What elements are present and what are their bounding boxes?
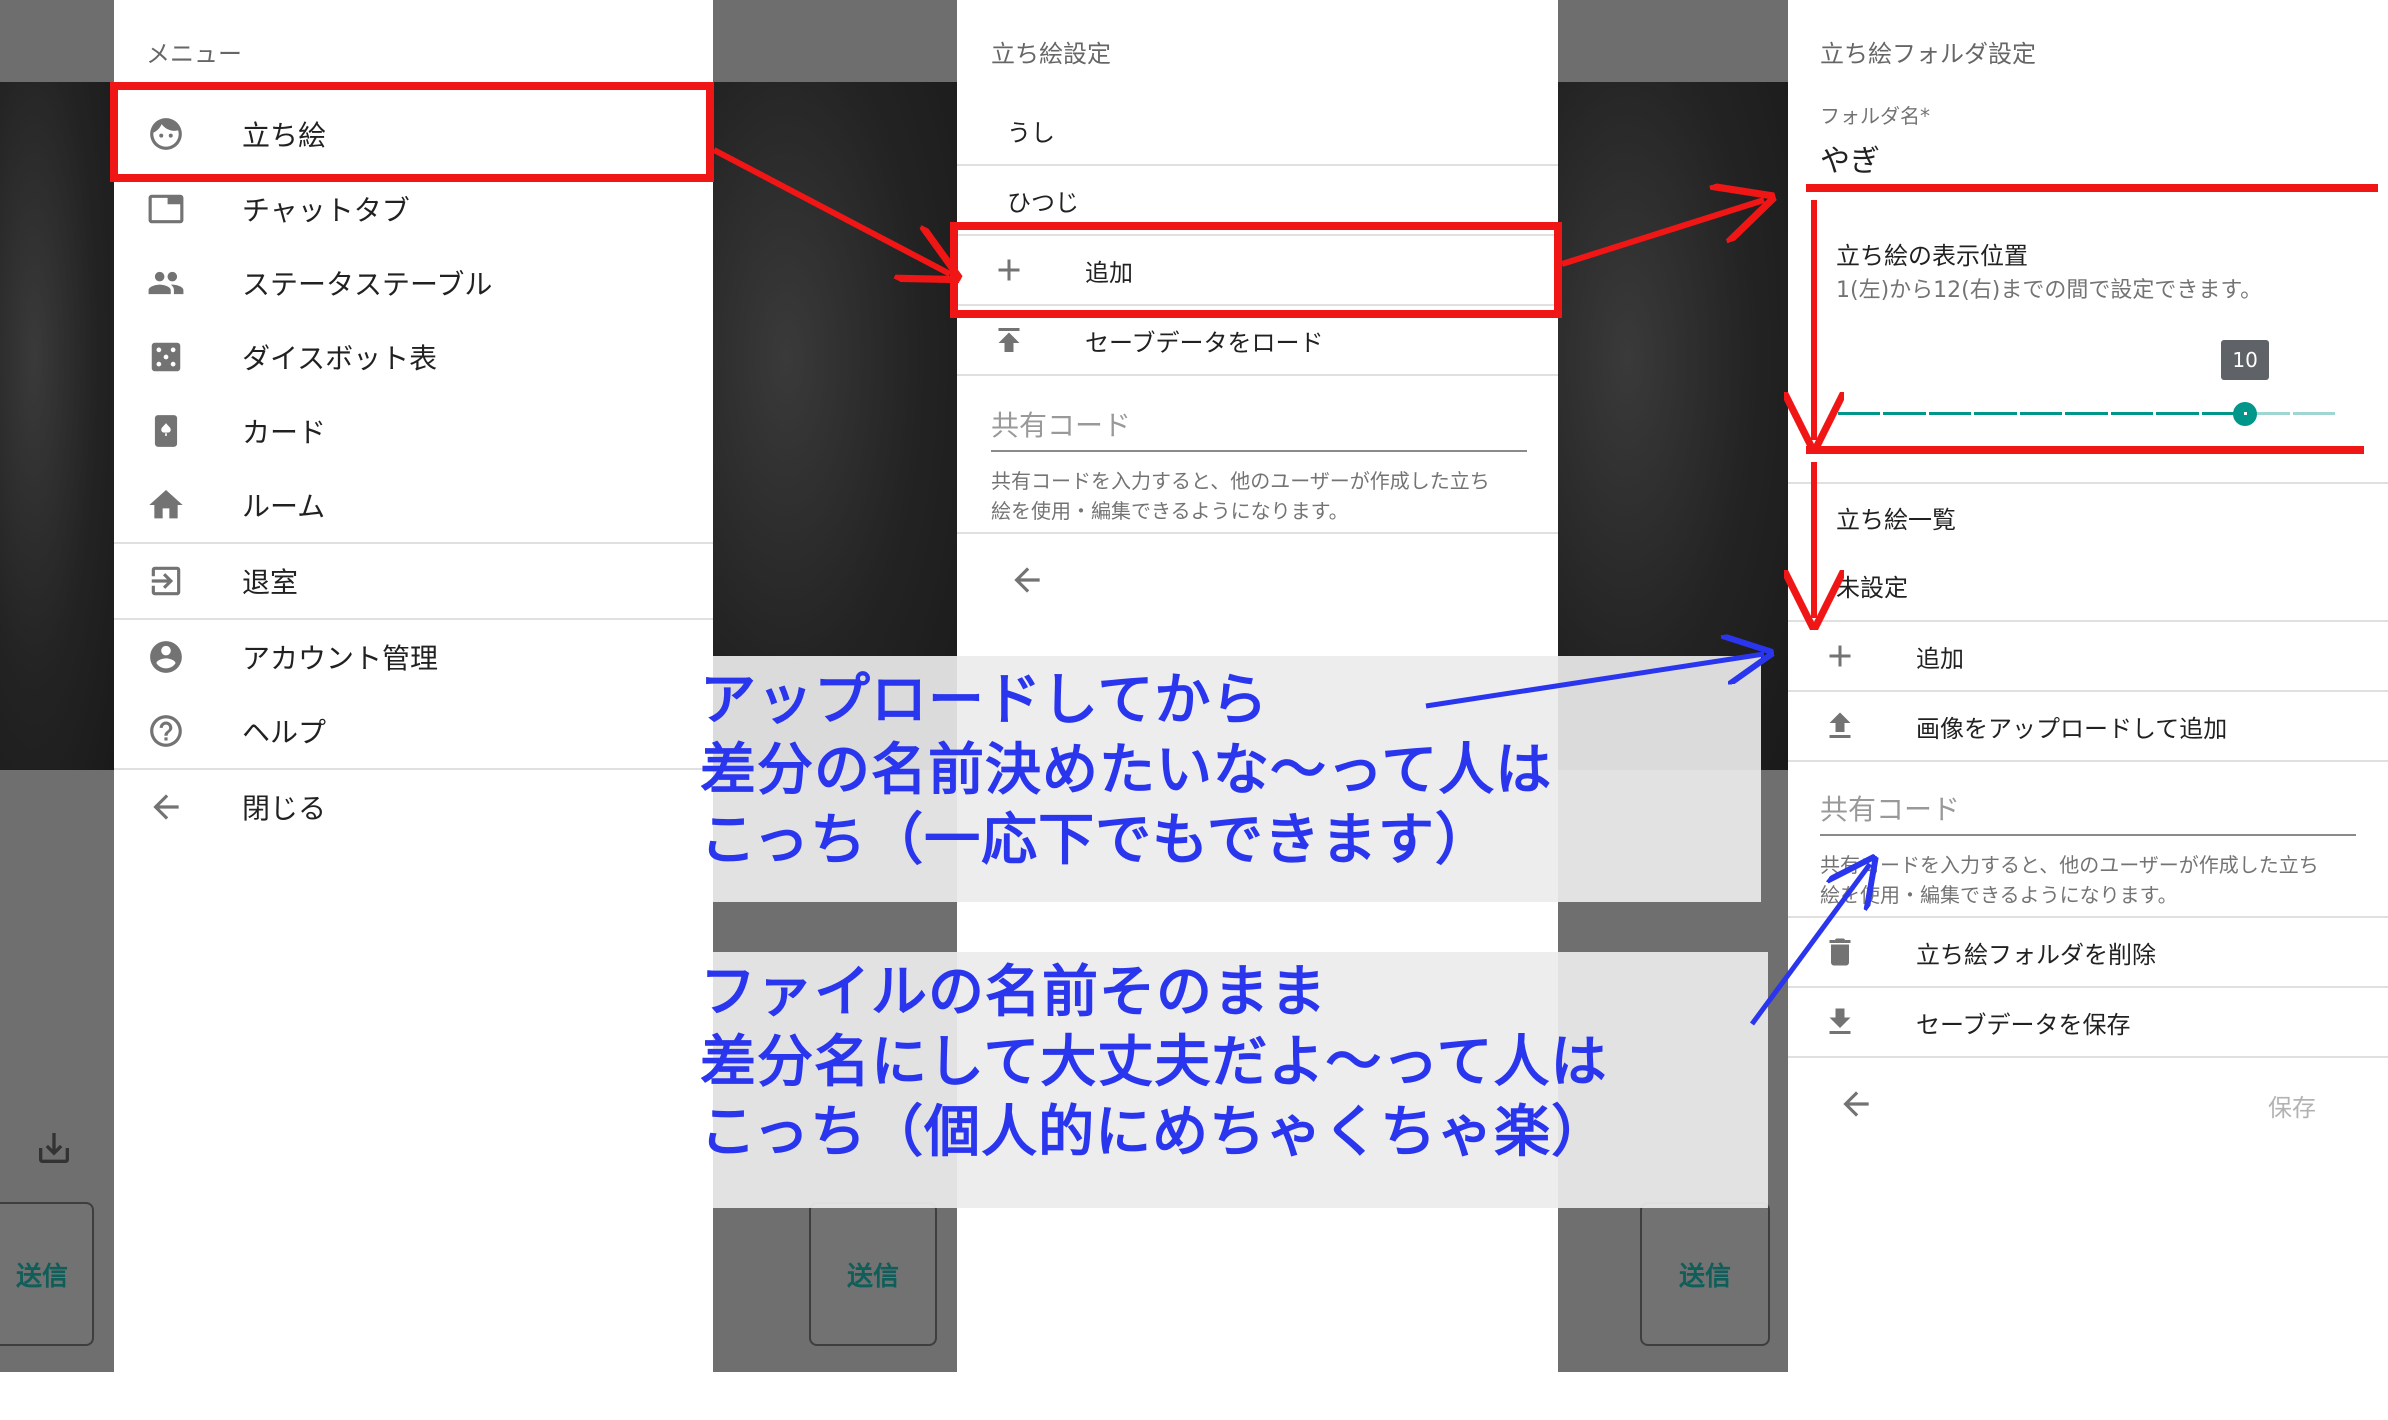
- annotation-upper: アップロードしてから 差分の名前決めたいな～って人は こっち（一応下でもできます…: [700, 668, 1553, 873]
- red-arrow: [1561, 200, 1764, 267]
- annotation-lower: ファイルの名前そのまま 差分名にして大丈夫だよ～って人は こっち（個人的にめちゃ…: [700, 960, 1609, 1165]
- tutorial-canvas: { "left_panel": { "header": "メニュー", "ite…: [0, 0, 2388, 1420]
- red-arrow: [712, 147, 950, 274]
- blue-arrow: [1749, 864, 1870, 1026]
